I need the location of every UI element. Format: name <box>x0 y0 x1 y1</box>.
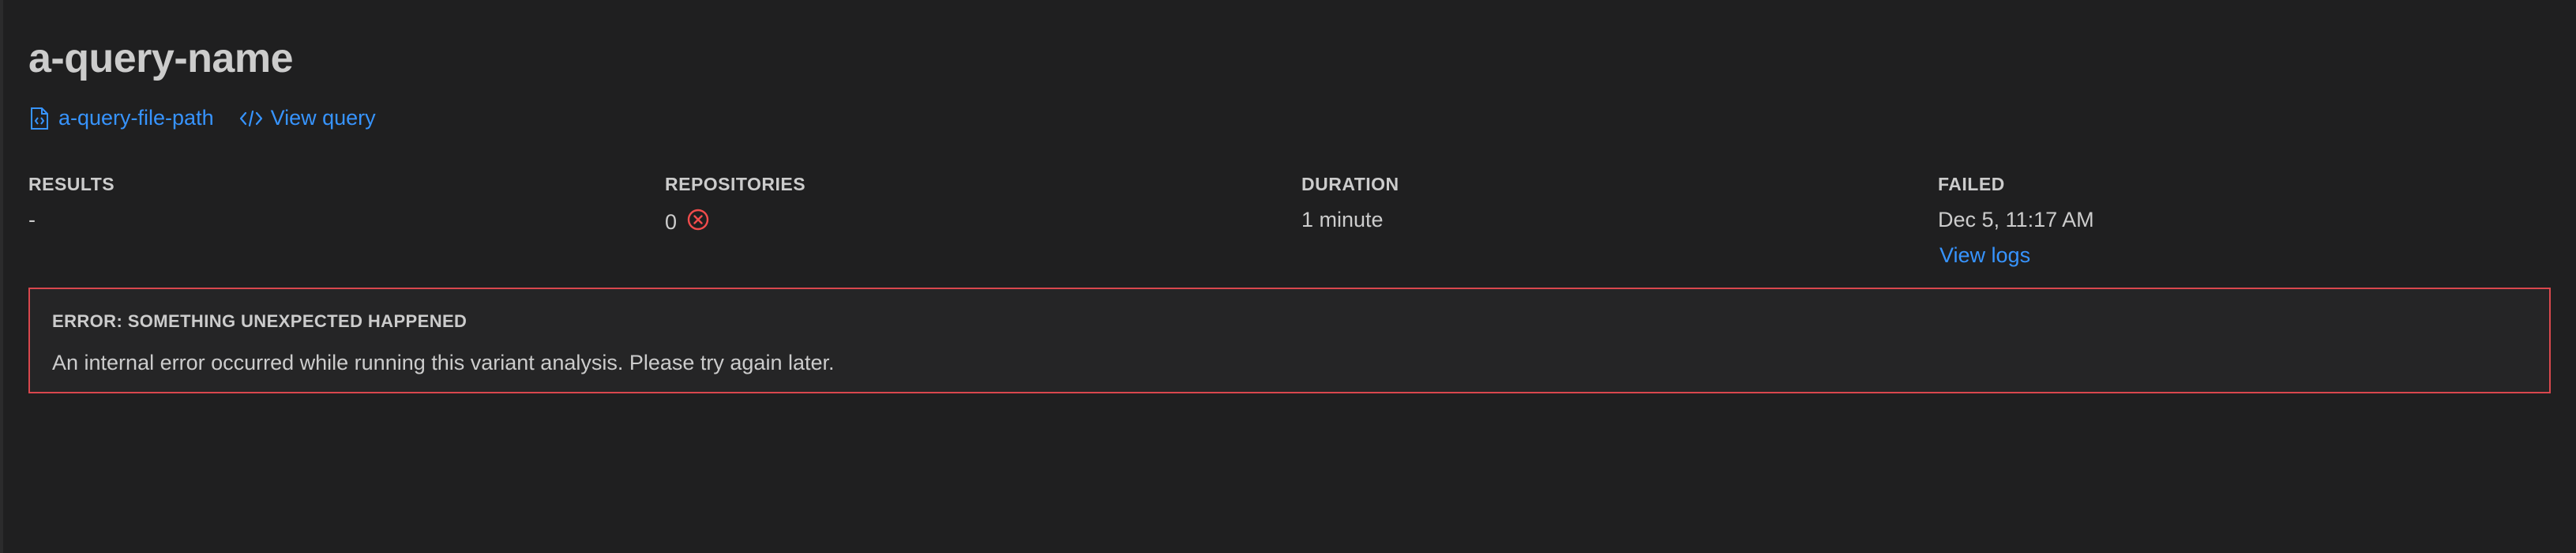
results-value: - <box>28 208 115 232</box>
failed-timestamp: Dec 5, 11:17 AM <box>1938 208 2094 231</box>
stat-results: RESULTS - <box>28 174 115 232</box>
repositories-value: 0 <box>665 208 805 237</box>
window-edge <box>0 0 3 553</box>
query-file-path-label: a-query-file-path <box>58 106 214 130</box>
error-title: ERROR: SOMETHING UNEXPECTED HAPPENED <box>52 311 468 331</box>
repositories-count: 0 <box>665 210 678 234</box>
stat-duration: DURATION 1 minute <box>1301 174 1399 232</box>
error-message: An internal error occurred while running… <box>52 351 835 374</box>
error-alert: ERROR: SOMETHING UNEXPECTED HAPPENED An … <box>28 288 2551 393</box>
query-links: a-query-file-path View query <box>28 106 376 130</box>
query-file-path-link[interactable]: a-query-file-path <box>28 106 214 130</box>
stat-failed: FAILED Dec 5, 11:17 AM View logs <box>1938 174 2094 268</box>
stats-row: RESULTS - REPOSITORIES 0 DURATION 1 minu… <box>28 174 2554 269</box>
failed-value: Dec 5, 11:17 AM <box>1938 208 2094 232</box>
page-title: a-query-name <box>28 36 294 81</box>
results-value-text: - <box>28 208 36 231</box>
view-query-label: View query <box>270 106 376 130</box>
stat-repositories: REPOSITORIES 0 <box>665 174 805 237</box>
results-label: RESULTS <box>28 174 115 194</box>
file-code-icon <box>28 107 51 130</box>
code-icon <box>239 109 263 128</box>
duration-value-text: 1 minute <box>1301 208 1384 231</box>
view-query-link[interactable]: View query <box>239 106 376 130</box>
duration-value: 1 minute <box>1301 208 1399 232</box>
repositories-label: REPOSITORIES <box>665 174 806 194</box>
failed-label: FAILED <box>1938 174 2005 194</box>
duration-label: DURATION <box>1301 174 1399 194</box>
error-circle-icon <box>686 208 710 237</box>
view-logs-link[interactable]: View logs <box>1940 243 2094 268</box>
